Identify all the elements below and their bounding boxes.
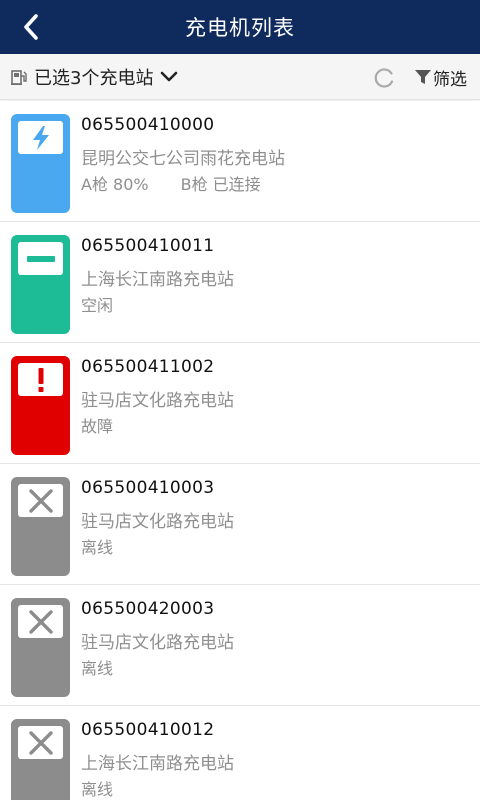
charger-station-name: 驻马店文化路充电站 [81, 633, 234, 653]
charger-status-icon [11, 719, 70, 800]
gun-b-status: B枪 已连接 [180, 175, 261, 194]
charger-status-icon [11, 598, 70, 697]
charger-list-item[interactable]: 065500420003 驻马店文化路充电站 离线 [0, 585, 480, 706]
header-bar: 充电机列表 [0, 0, 480, 54]
filter-label: 筛选 [433, 69, 467, 90]
station-selector-label: 已选3个充电站 [34, 68, 154, 89]
x-mark-icon [28, 488, 53, 513]
charger-list-item[interactable]: 065500410000 昆明公交七公司雨花充电站 A枪 80% B枪 已连接 [0, 101, 480, 222]
charger-station-name: 上海长江南路充电站 [81, 270, 234, 290]
chevron-down-icon [161, 71, 178, 82]
charger-status-text: 离线 [81, 780, 114, 799]
back-button[interactable] [14, 9, 48, 45]
charger-status-text: 离线 [81, 659, 114, 678]
charger-station-name: 昆明公交七公司雨花充电站 [81, 149, 285, 169]
refresh-icon[interactable] [372, 66, 396, 90]
charger-status-icon [11, 114, 70, 213]
station-selector[interactable]: 已选3个充电站 [10, 62, 179, 92]
charger-status-text: 空闲 [81, 296, 114, 315]
charger-status-icon [11, 235, 70, 334]
gas-station-icon [11, 70, 27, 86]
charger-status: A枪 80% B枪 已连接 [81, 171, 261, 195]
charger-list-item[interactable]: 065500410012 上海长江南路充电站 离线 [0, 706, 480, 800]
charger-status: 空闲 [81, 292, 113, 316]
charger-code: 065500411002 [81, 357, 215, 377]
charger-station-name: 驻马店文化路充电站 [81, 512, 234, 532]
minus-icon [26, 255, 55, 262]
charger-list-item[interactable]: 065500410011 上海长江南路充电站 空闲 [0, 222, 480, 343]
charger-status-text: 离线 [81, 538, 114, 557]
page-title: 充电机列表 [185, 16, 295, 40]
chevron-left-icon [24, 14, 38, 40]
charger-station-name: 驻马店文化路充电站 [81, 391, 234, 411]
funnel-icon [415, 70, 431, 84]
charger-list: 065500410000 昆明公交七公司雨花充电站 A枪 80% B枪 已连接 … [0, 101, 480, 800]
charger-status-text: 故障 [81, 417, 114, 436]
filter-button[interactable]: 筛选 [414, 62, 467, 92]
x-mark-icon [28, 609, 53, 634]
exclamation-icon [38, 367, 43, 392]
charger-status: 离线 [81, 655, 113, 679]
charger-code: 065500420003 [81, 599, 215, 619]
charger-status: 离线 [81, 776, 113, 800]
charger-status: 离线 [81, 534, 113, 558]
gun-a-status: A枪 80% [81, 175, 149, 194]
charger-code: 065500410011 [81, 236, 215, 256]
charger-status-icon [11, 356, 70, 455]
charger-code: 065500410012 [81, 720, 215, 740]
charger-list-item[interactable]: 065500410003 驻马店文化路充电站 离线 [0, 464, 480, 585]
charger-list-item[interactable]: 065500411002 驻马店文化路充电站 故障 [0, 343, 480, 464]
toolbar: 已选3个充电站 筛选 [0, 54, 480, 100]
charger-status-icon [11, 477, 70, 576]
charger-code: 065500410000 [81, 115, 215, 135]
app-root: 充电机列表 已选3个充电站 筛选 065500410000 昆明公交七公司雨花充… [0, 0, 480, 800]
charger-code: 065500410003 [81, 478, 215, 498]
x-mark-icon [28, 730, 53, 755]
lightning-bolt-icon [32, 125, 49, 150]
charger-status: 故障 [81, 413, 113, 437]
charger-station-name: 上海长江南路充电站 [81, 754, 234, 774]
